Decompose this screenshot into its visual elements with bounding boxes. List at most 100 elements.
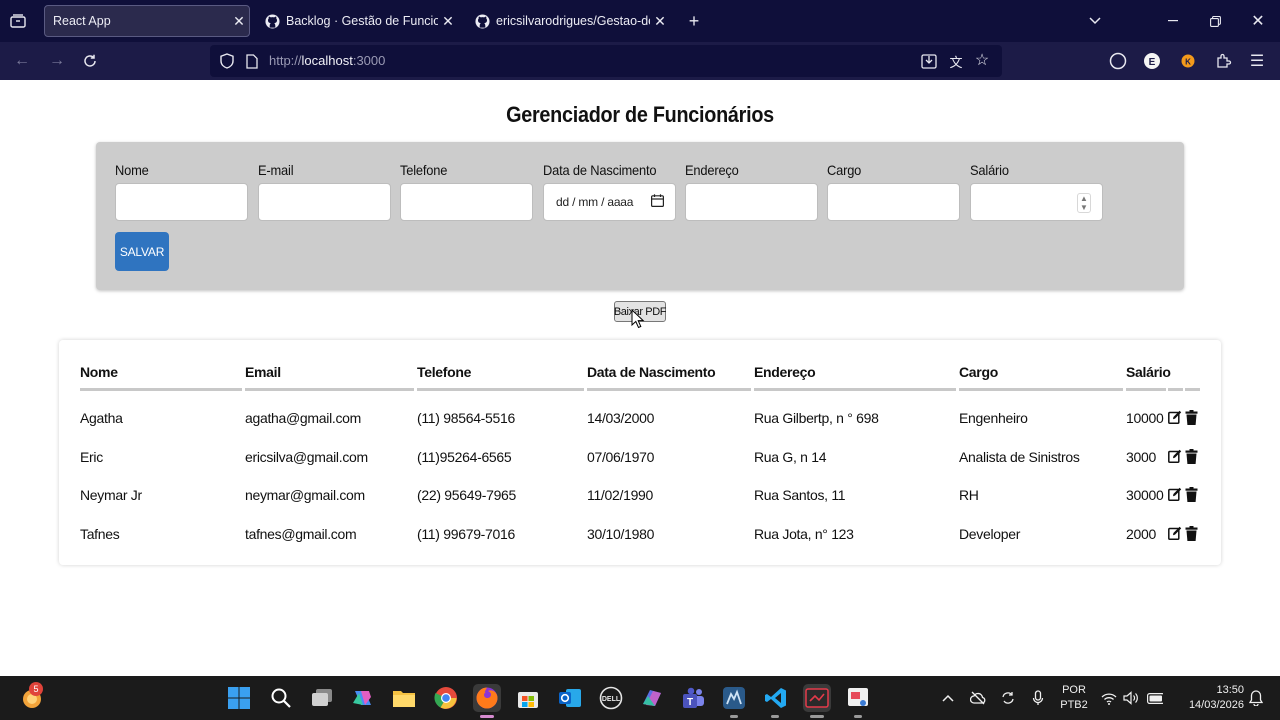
header-telefone: Telefone — [417, 364, 472, 380]
field-telefone: Telefone — [400, 162, 533, 221]
hamburger-menu-icon[interactable]: ☰ — [1247, 51, 1267, 71]
edit-icon[interactable] — [1168, 410, 1182, 426]
telefone-input[interactable] — [400, 183, 533, 221]
trash-icon[interactable] — [1185, 526, 1199, 542]
tab-react-app[interactable]: React App ✕ — [44, 5, 250, 37]
reload-icon[interactable] — [78, 50, 102, 72]
task-view-icon[interactable] — [308, 684, 336, 712]
minimize-icon[interactable] — [1162, 10, 1184, 32]
translate-icon[interactable]: 文 — [947, 52, 965, 70]
microphone-icon[interactable] — [1030, 690, 1046, 706]
table-row: Tafnes tafnes@gmail.com (11) 99679-7016 … — [59, 526, 1221, 564]
cell-nome: Eric — [80, 449, 103, 465]
cell-salario: 30000 — [1126, 487, 1164, 503]
url-bar[interactable]: http://localhost:3000 文 ☆ — [210, 45, 1002, 77]
teams-icon[interactable]: T — [679, 684, 707, 712]
github-icon — [264, 13, 280, 29]
edit-icon[interactable] — [1168, 449, 1182, 465]
cell-data-nascimento: 11/02/1990 — [587, 487, 654, 503]
nome-input[interactable] — [115, 183, 248, 221]
window-close-icon[interactable]: ✕ — [1247, 10, 1269, 32]
bookmark-star-icon[interactable]: ☆ — [973, 51, 991, 69]
microsoft-store-icon[interactable] — [514, 684, 542, 712]
outlook-icon[interactable] — [556, 684, 584, 712]
input-language[interactable]: POR PTB2 — [1058, 683, 1090, 713]
calendar-icon[interactable] — [651, 194, 665, 208]
number-spinner-icon[interactable]: ▲ ▼ — [1077, 193, 1091, 213]
windows-taskbar: 5 DELL T POR PTB2 13:50 14/03/2026 — [0, 676, 1280, 720]
windows-start-icon[interactable] — [225, 684, 253, 712]
field-email: E-mail — [258, 162, 391, 221]
edit-icon[interactable] — [1168, 487, 1182, 503]
github-icon — [474, 13, 490, 29]
browser-tab-bar: React App ✕ Backlog · Gestão de Funcioná… — [0, 0, 1280, 42]
snipping-tool-icon[interactable] — [844, 684, 872, 712]
screen-recorder-icon[interactable] — [803, 684, 831, 712]
chrome-icon[interactable] — [432, 684, 460, 712]
extension-e-icon[interactable]: E — [1142, 51, 1162, 71]
battery-icon[interactable] — [1147, 690, 1163, 706]
shield-icon[interactable] — [218, 52, 236, 70]
trash-icon[interactable] — [1185, 410, 1199, 426]
language-code: POR — [1062, 684, 1086, 696]
show-hidden-icons-chevron-icon[interactable] — [940, 690, 956, 706]
tab-github-repo[interactable]: ericsilvarodrigues/Gestao-de-Fu ✕ — [464, 5, 670, 37]
tab-list-icon[interactable] — [6, 10, 30, 32]
trash-icon[interactable] — [1185, 487, 1199, 503]
cell-data-nascimento: 30/10/1980 — [587, 526, 655, 542]
save-to-pocket-icon[interactable] — [920, 52, 938, 70]
clock-date: 14/03/2026 — [1188, 699, 1244, 711]
cargo-input[interactable] — [827, 183, 960, 221]
microsoft-365-icon[interactable] — [638, 684, 666, 712]
cell-data-nascimento: 07/06/1970 — [587, 449, 655, 465]
back-arrow-icon[interactable]: ← — [10, 50, 34, 72]
search-icon[interactable] — [267, 684, 295, 712]
tab-close-icon[interactable]: ✕ — [229, 13, 249, 30]
cell-nome: Neymar Jr — [80, 487, 142, 503]
header-underline — [1168, 388, 1183, 391]
file-explorer-icon[interactable] — [390, 684, 418, 712]
tab-close-icon[interactable]: ✕ — [650, 13, 670, 30]
cell-telefone: (22) 95649-7965 — [417, 487, 517, 503]
chevron-down-icon[interactable] — [1084, 10, 1106, 32]
cloud-offline-icon[interactable] — [970, 690, 986, 706]
firefox-icon[interactable] — [473, 684, 501, 712]
volume-icon[interactable] — [1123, 690, 1139, 706]
sync-icon[interactable] — [1000, 690, 1016, 706]
field-label: E-mail — [258, 162, 294, 178]
forward-arrow-icon[interactable]: → — [45, 50, 69, 72]
vscode-icon[interactable] — [762, 684, 790, 712]
copilot-icon[interactable] — [349, 684, 377, 712]
header-nome: Nome — [80, 364, 118, 380]
account-icon[interactable] — [1108, 51, 1128, 71]
clock[interactable]: 13:50 14/03/2026 — [1176, 683, 1244, 713]
endereco-input[interactable] — [685, 183, 818, 221]
cell-endereco: Rua Santos, 11 — [754, 487, 846, 503]
notification-badge: 5 — [29, 682, 43, 696]
page-info-icon[interactable] — [243, 52, 261, 70]
tab-backlog[interactable]: Backlog · Gestão de Funcionário ✕ — [254, 5, 458, 37]
header-underline — [417, 388, 584, 391]
cell-salario: 10000 — [1126, 410, 1164, 426]
svg-text:DELL: DELL — [602, 696, 621, 703]
tab-close-icon[interactable]: ✕ — [438, 13, 458, 30]
svg-text:K: K — [1185, 58, 1191, 67]
new-tab-icon[interactable]: + — [683, 10, 705, 32]
dell-icon[interactable]: DELL — [597, 684, 625, 712]
save-button[interactable]: SALVAR — [115, 232, 169, 271]
table-row: Neymar Jr neymar@gmail.com (22) 95649-79… — [59, 487, 1221, 525]
mysql-workbench-icon[interactable] — [720, 684, 748, 712]
notification-bell-icon[interactable] — [1248, 690, 1264, 706]
wifi-icon[interactable] — [1101, 690, 1117, 706]
email-input[interactable] — [258, 183, 391, 221]
svg-text:T: T — [687, 697, 693, 708]
extension-k-icon[interactable]: K — [1178, 51, 1198, 71]
data-nascimento-input[interactable]: dd / mm / aaaa — [543, 183, 676, 221]
extensions-puzzle-icon[interactable] — [1214, 51, 1234, 71]
trash-icon[interactable] — [1185, 449, 1199, 465]
url-text[interactable]: http://localhost:3000 — [269, 53, 385, 68]
salario-input[interactable]: ▲ ▼ — [970, 183, 1103, 221]
restore-icon[interactable] — [1204, 10, 1226, 32]
cell-endereco: Rua G, n 14 — [754, 449, 827, 465]
edit-icon[interactable] — [1168, 526, 1182, 542]
